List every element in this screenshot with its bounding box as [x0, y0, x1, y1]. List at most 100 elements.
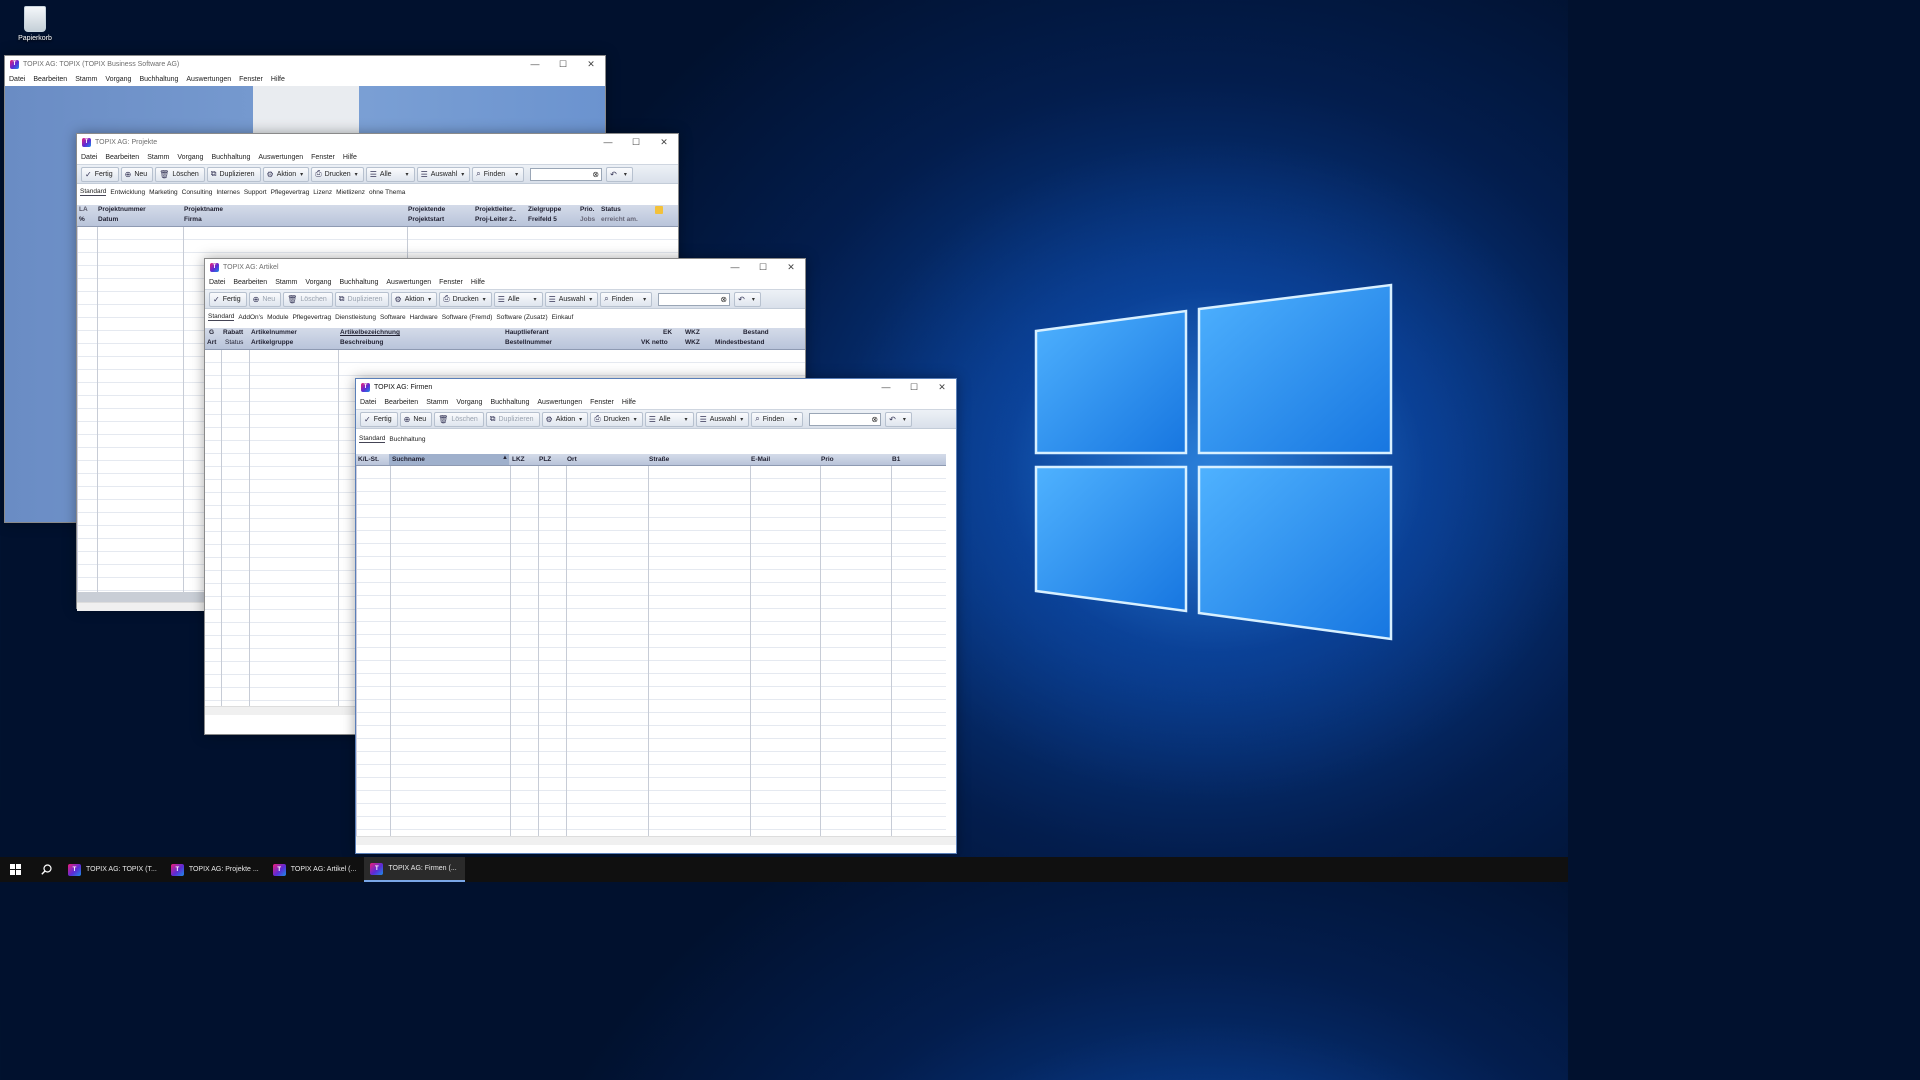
menu-hilfe[interactable]: Hilfe	[622, 399, 636, 406]
col-vk-netto[interactable]: VK netto	[641, 339, 668, 346]
col-plz[interactable]: PLZ	[539, 456, 551, 463]
tab-module[interactable]: Module	[267, 314, 288, 321]
col-firma[interactable]: Firma	[184, 216, 202, 223]
drucken-button[interactable]: ⎙ Drucken ▾	[311, 166, 364, 182]
tab-hardware[interactable]: Hardware	[410, 314, 438, 321]
col-status[interactable]: Status	[601, 206, 621, 213]
recycle-bin-desktop-icon[interactable]: Papierkorb	[12, 6, 58, 42]
neu-button[interactable]: ⊕ Neu	[248, 291, 282, 307]
col-prio[interactable]: Prio	[821, 456, 834, 463]
auswahl-button[interactable]: ☰ Auswahl ▾	[416, 166, 471, 182]
col-email[interactable]: E-Mail	[751, 456, 770, 463]
maximize-icon[interactable]: ☐	[622, 137, 650, 148]
menu-bearbeiten[interactable]: Bearbeiten	[105, 154, 139, 161]
minimize-icon[interactable]: —	[521, 59, 549, 70]
alle-button[interactable]: ☰ Alle ▾	[493, 291, 543, 307]
col-projektende[interactable]: Projektende	[408, 206, 445, 213]
menu-fenster[interactable]: Fenster	[590, 399, 614, 406]
firmen-horizontal-scrollbar[interactable]	[356, 836, 956, 845]
tab-standard[interactable]: Standard	[359, 435, 386, 443]
tab-internes[interactable]: Internes	[216, 189, 240, 196]
clear-search-icon[interactable]: ⊗	[871, 414, 878, 425]
menu-buchhaltung[interactable]: Buchhaltung	[490, 399, 529, 406]
col-ek[interactable]: EK	[663, 329, 672, 336]
tab-dienstleistung[interactable]: Dienstleistung	[335, 314, 376, 321]
tab-marketing[interactable]: Marketing	[149, 189, 178, 196]
taskbar-item-firmen[interactable]: T TOPIX AG: Firmen (...	[364, 857, 465, 882]
col-artikelgruppe[interactable]: Artikelgruppe	[251, 339, 293, 346]
menu-datei[interactable]: Datei	[81, 154, 97, 161]
close-icon[interactable]: ✕	[777, 262, 805, 273]
menu-stamm[interactable]: Stamm	[275, 279, 297, 286]
col-b1[interactable]: B1	[892, 456, 900, 463]
col-wkz-vk[interactable]: WKZ	[685, 339, 700, 346]
projekte-titlebar[interactable]: T TOPIX AG: Projekte — ☐ ✕	[77, 134, 678, 150]
menu-fenster[interactable]: Fenster	[439, 279, 463, 286]
menu-hilfe[interactable]: Hilfe	[271, 76, 285, 83]
menu-hilfe[interactable]: Hilfe	[471, 279, 485, 286]
col-percent[interactable]: %	[79, 216, 85, 223]
col-freifeld-5[interactable]: Freifeld 5	[528, 216, 557, 223]
taskbar-item-topix[interactable]: T TOPIX AG: TOPIX (T...	[62, 857, 165, 882]
fertig-button[interactable]: ✓ Fertig	[81, 166, 119, 182]
menu-vorgang[interactable]: Vorgang	[105, 76, 131, 83]
aktion-button[interactable]: ⚙ Aktion ▾	[262, 166, 310, 182]
menu-fenster[interactable]: Fenster	[311, 154, 335, 161]
minimize-icon[interactable]: —	[872, 382, 900, 393]
menu-datei[interactable]: Datei	[209, 279, 225, 286]
menu-buchhaltung[interactable]: Buchhaltung	[211, 154, 250, 161]
tab-software-fremd[interactable]: Software (Fremd)	[442, 314, 493, 321]
col-zielgruppe[interactable]: Zielgruppe	[528, 206, 561, 213]
fertig-button[interactable]: ✓ Fertig	[209, 291, 247, 307]
menu-buchhaltung[interactable]: Buchhaltung	[139, 76, 178, 83]
col-artikelbezeichnung[interactable]: Artikelbezeichnung	[340, 329, 400, 336]
col-projektleiter[interactable]: Projektleiter..	[475, 206, 516, 213]
taskbar-item-projekte[interactable]: T TOPIX AG: Projekte ...	[165, 857, 267, 882]
tab-einkauf[interactable]: Einkauf	[552, 314, 574, 321]
firmen-grid-body[interactable]	[356, 466, 946, 836]
tab-entwicklung[interactable]: Entwicklung	[110, 189, 145, 196]
tab-pflegevertrag[interactable]: Pflegevertrag	[271, 189, 310, 196]
finden-button[interactable]: ⌕ Finden ▾	[472, 166, 525, 182]
undo-button[interactable]: ↶ ▾	[734, 291, 761, 307]
neu-button[interactable]: ⊕ Neu	[120, 166, 154, 182]
menu-auswertungen[interactable]: Auswertungen	[258, 154, 303, 161]
col-status[interactable]: Status	[225, 339, 243, 346]
menu-fenster[interactable]: Fenster	[239, 76, 263, 83]
auswahl-button[interactable]: ☰ Auswahl ▾	[695, 411, 750, 427]
col-beschreibung[interactable]: Beschreibung	[340, 339, 383, 346]
tab-support[interactable]: Support	[244, 189, 267, 196]
tab-software-zusatz[interactable]: Software (Zusatz)	[496, 314, 547, 321]
col-projektname[interactable]: Projektname	[184, 206, 223, 213]
tab-software[interactable]: Software	[380, 314, 406, 321]
duplizieren-button[interactable]: ⧉ Duplizieren	[485, 411, 540, 427]
loeschen-button[interactable]: 🗑 Löschen	[155, 166, 205, 182]
duplizieren-button[interactable]: ⧉ Duplizieren	[334, 291, 389, 307]
undo-button[interactable]: ↶ ▾	[606, 166, 633, 182]
maximize-icon[interactable]: ☐	[749, 262, 777, 273]
col-prio[interactable]: Prio.	[580, 206, 594, 213]
close-icon[interactable]: ✕	[650, 137, 678, 148]
menu-stamm[interactable]: Stamm	[147, 154, 169, 161]
tab-consulting[interactable]: Consulting	[182, 189, 213, 196]
loeschen-button[interactable]: 🗑 Löschen	[283, 291, 333, 307]
menu-bearbeiten[interactable]: Bearbeiten	[233, 279, 267, 286]
menu-stamm[interactable]: Stamm	[426, 399, 448, 406]
projekte-search-input[interactable]: ⊗	[530, 167, 603, 181]
close-icon[interactable]: ✕	[928, 382, 956, 393]
col-hauptlieferant[interactable]: Hauptlieferant	[505, 329, 549, 336]
loeschen-button[interactable]: 🗑 Löschen	[434, 411, 484, 427]
main-window-titlebar[interactable]: T TOPIX AG: TOPIX (TOPIX Business Softwa…	[5, 56, 605, 72]
menu-vorgang[interactable]: Vorgang	[305, 279, 331, 286]
col-datum[interactable]: Datum	[98, 216, 118, 223]
tab-addons[interactable]: AddOn's	[238, 314, 263, 321]
aktion-button[interactable]: ⚙ Aktion ▾	[541, 411, 589, 427]
drucken-button[interactable]: ⎙ Drucken ▾	[590, 411, 643, 427]
minimize-icon[interactable]: —	[594, 137, 622, 148]
tab-standard[interactable]: Standard	[80, 188, 107, 196]
maximize-icon[interactable]: ☐	[900, 382, 928, 393]
search-button[interactable]	[31, 857, 62, 882]
firmen-titlebar[interactable]: T TOPIX AG: Firmen — ☐ ✕	[356, 379, 956, 395]
menu-auswertungen[interactable]: Auswertungen	[386, 279, 431, 286]
col-bestellnummer[interactable]: Bestellnummer	[505, 339, 552, 346]
